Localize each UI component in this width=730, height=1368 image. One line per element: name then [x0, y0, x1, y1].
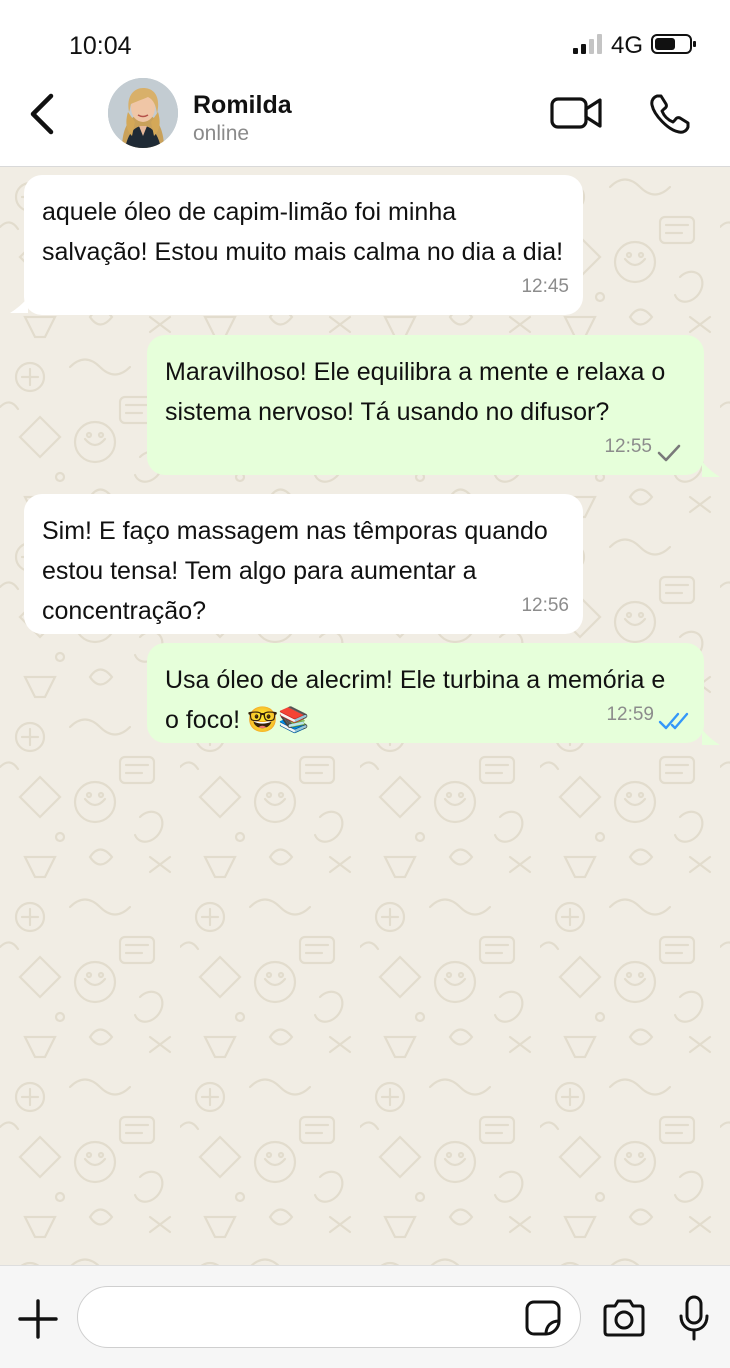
outgoing-message[interactable]: Maravilhoso! Ele equilibra a mente e rel…: [147, 335, 704, 475]
phone-icon[interactable]: [648, 92, 692, 136]
message-composer: [0, 1265, 730, 1368]
incoming-message[interactable]: Sim! E faço massagem nas têmporas quando…: [24, 494, 583, 634]
avatar-photo: [108, 78, 178, 148]
message-list[interactable]: aquele óleo de capim-limão foi minha sal…: [0, 167, 730, 1265]
outgoing-bubble-tail: [702, 729, 720, 745]
incoming-message[interactable]: aquele óleo de capim-limão foi minha sal…: [24, 175, 583, 315]
microphone-icon[interactable]: [676, 1294, 712, 1342]
status-bar: 10:04 4G: [0, 0, 730, 80]
message-text: Usa óleo de alecrim! Ele turbina a memór…: [165, 666, 666, 734]
outgoing-bubble-tail: [702, 461, 720, 477]
read-double-check-icon: [658, 712, 689, 730]
message-text: Sim! E faço massagem nas têmporas quando…: [42, 517, 548, 625]
message-time: 12:55: [604, 436, 652, 457]
message-input[interactable]: [77, 1286, 581, 1348]
network-type: 4G: [611, 32, 644, 59]
avatar[interactable]: [108, 78, 178, 148]
battery-icon: [651, 34, 696, 54]
plus-icon[interactable]: [18, 1299, 58, 1339]
message-text: aquele óleo de capim-limão foi minha sal…: [42, 198, 564, 266]
chat-screen: 10:04 4G Romilda online aquele óleo de c…: [0, 0, 730, 1368]
chat-header: Romilda online: [0, 78, 730, 167]
camera-icon[interactable]: [601, 1297, 647, 1339]
sticker-icon[interactable]: [524, 1299, 562, 1337]
status-time: 10:04: [69, 32, 132, 60]
message-time: 12:59: [606, 704, 654, 725]
video-camera-icon[interactable]: [549, 94, 603, 132]
contact-status: online: [193, 122, 250, 145]
back-chevron-icon[interactable]: [22, 92, 62, 136]
message-time: 12:56: [521, 595, 569, 616]
outgoing-message[interactable]: Usa óleo de alecrim! Ele turbina a memór…: [147, 643, 704, 743]
message-text: Maravilhoso! Ele equilibra a mente e rel…: [165, 358, 666, 426]
signal-strength-icon: [573, 34, 602, 54]
sent-check-icon: [657, 444, 681, 462]
message-time: 12:45: [521, 276, 569, 297]
contact-name[interactable]: Romilda: [193, 91, 292, 120]
